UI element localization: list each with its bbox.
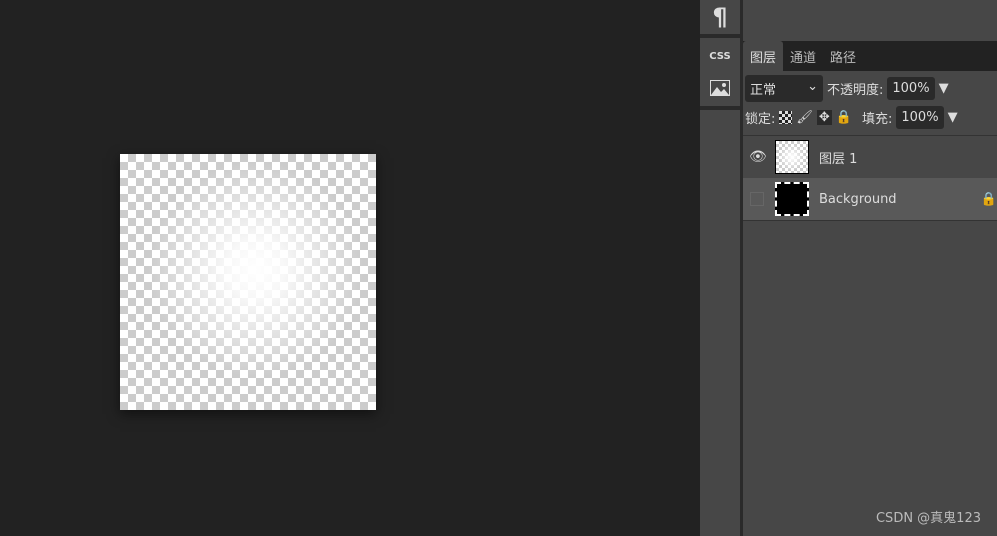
lock-paint-icon[interactable]: 🖌 [796, 110, 813, 125]
lock-all-icon[interactable]: 🔒 [836, 110, 852, 125]
fill-input[interactable]: 100% [896, 106, 944, 129]
lock-move-icon[interactable]: ✥ [816, 110, 832, 125]
tab-paths[interactable]: 路径 [823, 41, 863, 71]
paragraph-icon[interactable]: ¶ [700, 0, 740, 34]
watermark: CSDN @真鬼123 [875, 511, 981, 526]
opacity-label: 不透明度: [827, 83, 884, 98]
opacity-dropdown-icon[interactable]: ▼ [939, 81, 949, 96]
tab-layers[interactable]: 图层 [743, 41, 784, 71]
eye-icon[interactable]: 👁 [749, 149, 767, 165]
layers-panel: 图层 通道 路径 正常 ⌄ 不透明度: 100% ▼ 锁定: 🖌 ✥ 🔒 填充: … [743, 0, 997, 536]
layer-row[interactable]: Background 🔒 [743, 178, 997, 220]
visibility-toggle[interactable] [750, 192, 764, 206]
blend-mode-value: 正常 [750, 83, 777, 98]
fill-label: 填充: [862, 112, 893, 127]
layer-name: 图层 1 [819, 151, 858, 167]
tab-channels[interactable]: 通道 [783, 41, 823, 71]
fill-dropdown-icon[interactable]: ▼ [948, 110, 958, 125]
layer-thumbnail [775, 182, 809, 216]
lock-transparency-icon[interactable] [779, 111, 793, 124]
lock-label: 锁定: [745, 112, 776, 127]
tool-strip: ¶ CSS [700, 0, 740, 536]
layer-row[interactable]: 👁 图层 1 [743, 136, 997, 178]
document-canvas[interactable] [120, 154, 376, 410]
lock-icon: 🔒 [980, 191, 997, 207]
layer-thumbnail [775, 140, 809, 174]
layer-name: Background [819, 191, 897, 207]
css-icon[interactable]: CSS [700, 44, 740, 68]
image-icon[interactable] [700, 76, 740, 100]
opacity-input[interactable]: 100% [887, 77, 935, 100]
blend-mode-select[interactable]: 正常 ⌄ [745, 75, 823, 102]
chevron-down-icon: ⌄ [807, 79, 818, 94]
